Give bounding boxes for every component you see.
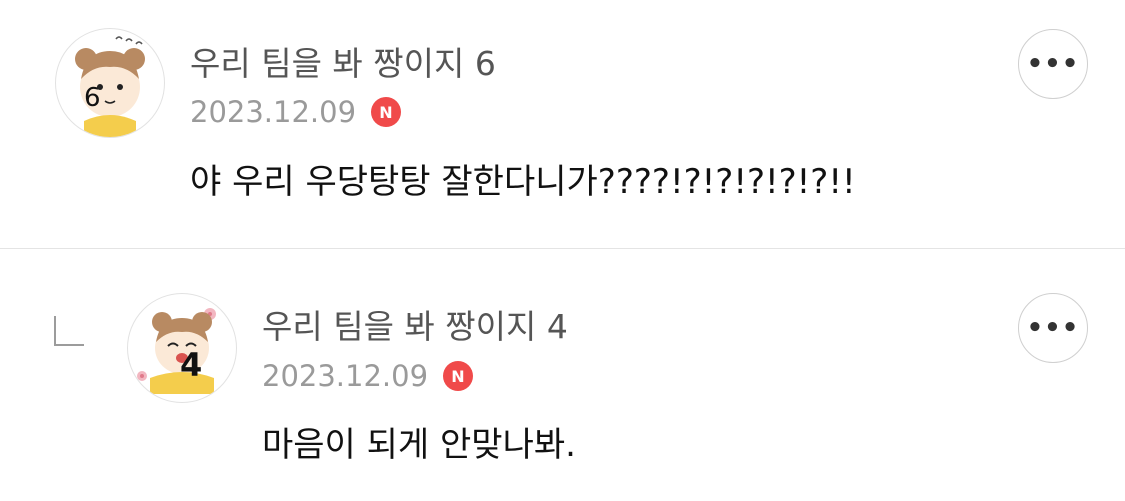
more-dots-icon: ••• — [1026, 313, 1080, 343]
comment-date: 2023.12.09 — [262, 359, 429, 393]
comment-text: 야 우리 우당탕탕 잘한다니가????!?!?!?!?!?!! — [190, 162, 856, 202]
avatar-illustration — [75, 36, 145, 137]
avatar-number: 6 — [84, 83, 101, 113]
new-badge-icon: N — [443, 361, 473, 391]
more-options-button[interactable]: ••• — [1018, 293, 1088, 363]
comment-text: 마음이 되게 안맞나봐. — [262, 425, 576, 465]
reply-comment-item: 4 우리 팀을 봐 짱이지 4 2023.12.09 N 마음이 되게 안맞나봐… — [0, 250, 1125, 501]
comment-date: 2023.12.09 — [190, 95, 357, 129]
avatar-number: 4 — [180, 346, 203, 384]
comment-divider — [0, 248, 1125, 249]
more-dots-icon: ••• — [1026, 49, 1080, 79]
author-name[interactable]: 우리 팀을 봐 짱이지 4 — [262, 307, 568, 347]
avatar[interactable]: 4 — [127, 293, 237, 403]
author-name[interactable]: 우리 팀을 봐 짱이지 6 — [190, 44, 496, 84]
new-badge-icon: N — [371, 97, 401, 127]
avatar[interactable]: 6 — [55, 28, 165, 138]
more-options-button[interactable]: ••• — [1018, 29, 1088, 99]
comment-item: 6 우리 팀을 봐 짱이지 6 2023.12.09 N 야 우리 우당탕탕 잘… — [0, 0, 1125, 249]
